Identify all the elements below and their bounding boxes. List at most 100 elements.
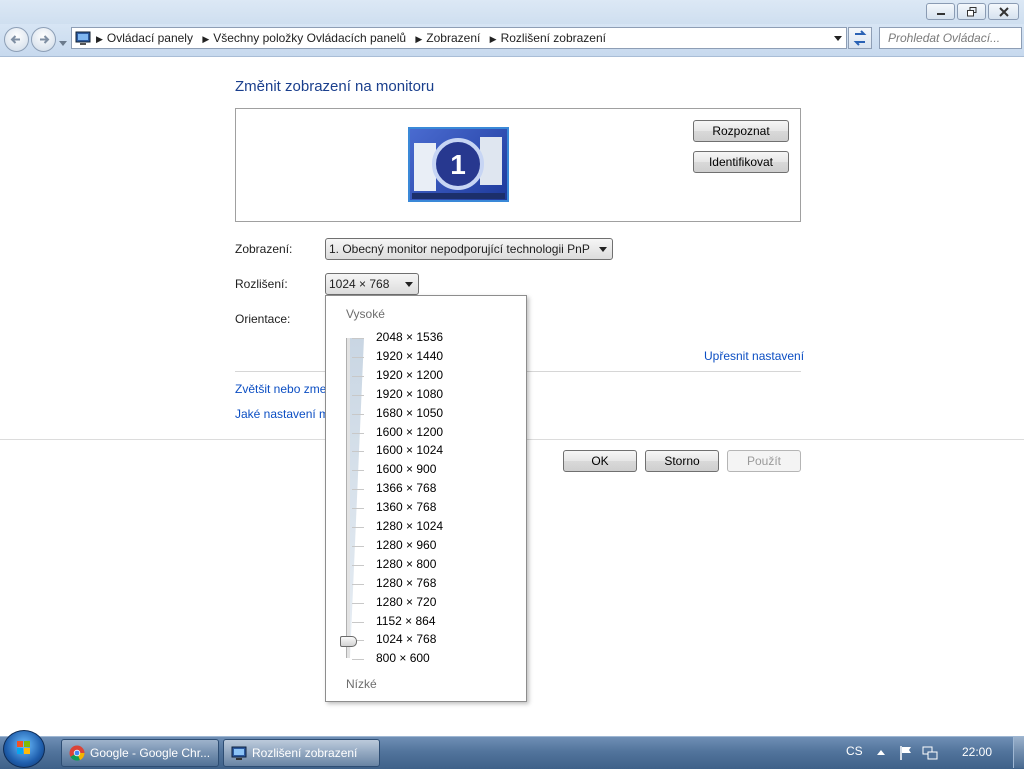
language-indicator[interactable]: CS	[846, 744, 863, 758]
display-settings-icon	[231, 746, 247, 760]
resolution-option[interactable]: 1920 × 1200	[376, 368, 443, 382]
chevron-down-icon	[405, 282, 413, 287]
taskbar-task-label: Google - Google Chr...	[90, 746, 211, 760]
resolution-option[interactable]: 2048 × 1536	[376, 330, 443, 344]
minimize-button[interactable]	[926, 3, 955, 20]
network-icon[interactable]	[922, 745, 938, 761]
start-button[interactable]	[3, 730, 45, 768]
resolution-option[interactable]: 1360 × 768	[376, 500, 436, 514]
resolution-option[interactable]: 1600 × 1200	[376, 425, 443, 439]
breadcrumb-control-panel[interactable]: Ovládací panely	[107, 31, 193, 45]
ok-button[interactable]: OK	[563, 450, 637, 472]
breadcrumb-separator-icon: ▶	[96, 34, 103, 44]
refresh-button[interactable]	[848, 27, 872, 49]
breadcrumb-display[interactable]: Zobrazení	[426, 31, 480, 45]
resolution-select[interactable]: 1024 × 768	[325, 273, 419, 295]
resolution-tick	[352, 375, 364, 377]
detect-button[interactable]: Rozpoznat	[693, 120, 789, 142]
restore-icon	[966, 7, 976, 17]
refresh-icon	[853, 30, 867, 46]
close-icon	[998, 7, 1009, 17]
forward-button[interactable]	[31, 27, 56, 52]
clock[interactable]: 22:00	[962, 745, 992, 759]
resolution-option[interactable]: 1920 × 1440	[376, 349, 443, 363]
taskbar-task-chrome[interactable]: Google - Google Chr...	[61, 739, 219, 767]
display-select-value: 1. Obecný monitor nepodporující technolo…	[329, 242, 590, 256]
resolution-option[interactable]: 1280 × 960	[376, 538, 436, 552]
text-size-link[interactable]: Zvětšit nebo zme	[235, 382, 326, 396]
resolution-label: Rozlišení:	[235, 277, 288, 291]
monitor-number: 1	[450, 149, 466, 180]
resolution-option[interactable]: 1920 × 1080	[376, 387, 443, 401]
advanced-settings-link[interactable]: Upřesnit nastavení	[704, 349, 804, 363]
resolution-option[interactable]: 1600 × 1024	[376, 443, 443, 457]
orientation-label: Orientace:	[235, 312, 291, 326]
monitor-thumbnail-icon: 1	[412, 137, 505, 199]
show-hidden-icons-icon[interactable]	[876, 748, 886, 756]
display-select[interactable]: 1. Obecný monitor nepodporující technolo…	[325, 238, 613, 260]
action-center-flag-icon[interactable]	[898, 745, 914, 761]
high-label: Vysoké	[346, 307, 385, 321]
minimize-icon	[936, 13, 945, 15]
resolution-tick	[352, 413, 364, 415]
resolution-option[interactable]: 1152 × 864	[376, 614, 436, 628]
resolution-option[interactable]: 1366 × 768	[376, 481, 436, 495]
address-bar[interactable]: ▶ Ovládací panely ▶ Všechny položky Ovláda…	[71, 27, 847, 49]
resolution-slider-track[interactable]	[346, 338, 350, 658]
cancel-button[interactable]: Storno	[645, 450, 719, 472]
display-label: Zobrazení:	[235, 242, 293, 256]
resolution-tick	[352, 564, 364, 566]
forward-arrow-icon	[40, 35, 50, 44]
breadcrumb-separator-icon: ▶	[489, 34, 497, 44]
control-panel-icon	[75, 31, 91, 45]
resolution-tick	[352, 338, 364, 339]
back-arrow-icon	[10, 35, 20, 44]
search-input[interactable]: Prohledat Ovládací...	[879, 27, 1022, 49]
resolution-option[interactable]: 1680 × 1050	[376, 406, 443, 420]
windows-logo-icon	[17, 741, 30, 754]
breadcrumb-screen-resolution[interactable]: Rozlišení zobrazení	[501, 31, 606, 45]
address-history-chevron-icon[interactable]	[834, 36, 842, 42]
breadcrumb-separator-icon: ▶	[202, 34, 210, 44]
show-desktop-button[interactable]	[1013, 737, 1024, 768]
back-button[interactable]	[4, 27, 29, 52]
resolution-tick	[352, 621, 364, 623]
resolution-option[interactable]: 800 × 600	[376, 651, 430, 665]
resolution-option[interactable]: 1280 × 800	[376, 557, 436, 571]
resolution-option[interactable]: 1600 × 900	[376, 462, 436, 476]
monitor-1-icon[interactable]: 1	[408, 127, 509, 202]
identify-button[interactable]: Identifikovat	[693, 151, 789, 173]
taskbar-task-resolution[interactable]: Rozlišení zobrazení	[223, 739, 380, 767]
chrome-icon	[69, 745, 85, 761]
resolution-tick	[352, 470, 364, 472]
resolution-tick	[352, 659, 364, 661]
low-label: Nízké	[346, 677, 377, 691]
resolution-option[interactable]: 1280 × 768	[376, 576, 436, 590]
resolution-tick	[352, 356, 364, 358]
resolution-option[interactable]: 1024 × 768	[376, 632, 436, 646]
resolution-range-wedge	[350, 338, 364, 658]
chevron-down-icon	[59, 41, 67, 46]
close-button[interactable]	[988, 3, 1019, 20]
resolution-tick	[352, 451, 364, 453]
resolution-tick	[352, 489, 364, 491]
resolution-tick	[352, 602, 364, 604]
breadcrumb-separator-icon: ▶	[415, 34, 423, 44]
resolution-slider-thumb[interactable]	[340, 636, 357, 648]
resolution-dropdown: Vysoké 2048 × 1536 1920 × 1440 1920 × 1200…	[325, 295, 527, 702]
window-title-bar	[0, 0, 1024, 24]
page-title: Změnit zobrazení na monitoru	[235, 78, 435, 95]
apply-button[interactable]: Použít	[727, 450, 801, 472]
breadcrumb-all-items[interactable]: Všechny položky Ovládacích panelů	[213, 31, 406, 45]
maximize-button[interactable]	[957, 3, 986, 20]
resolution-tick	[352, 545, 364, 547]
taskbar-task-label: Rozlišení zobrazení	[252, 746, 358, 760]
resolution-tick	[352, 394, 364, 396]
resolution-select-value: 1024 × 768	[329, 277, 390, 291]
resolution-option[interactable]: 1280 × 1024	[376, 519, 443, 533]
resolution-option[interactable]: 1280 × 720	[376, 595, 436, 609]
recent-pages-dropdown[interactable]	[59, 36, 67, 50]
chevron-down-icon	[599, 247, 607, 252]
resolution-tick	[352, 527, 364, 528]
which-settings-link[interactable]: Jaké nastavení m	[235, 407, 329, 421]
